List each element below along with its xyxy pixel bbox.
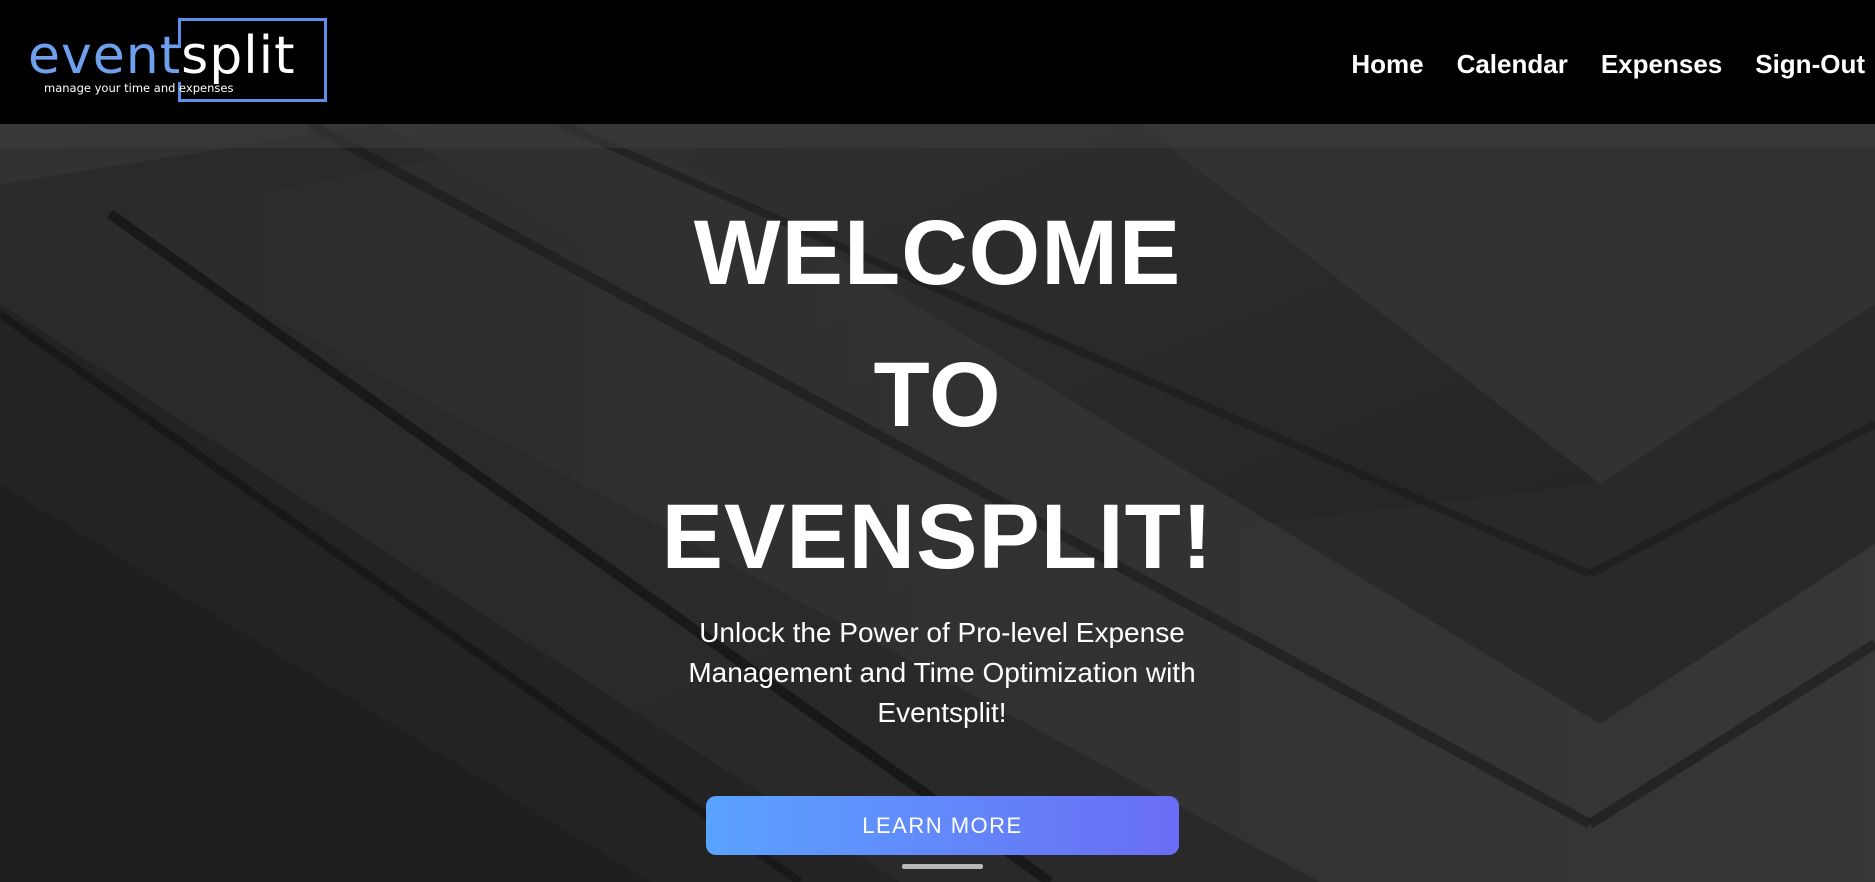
- main-nav: Home Calendar Expenses Sign-Out: [1351, 47, 1865, 81]
- eventsplit-logo[interactable]: eventsplit manage your time and expenses: [28, 18, 338, 108]
- hero-subtitle: Unlock the Power of Pro-level Expense Ma…: [688, 617, 1196, 728]
- logo-wordmark: eventsplit: [28, 26, 296, 86]
- headline-line-1: WELCOME: [693, 202, 1182, 304]
- nav-calendar[interactable]: Calendar: [1457, 47, 1568, 81]
- logo-tagline: manage your time and expenses: [44, 81, 234, 95]
- hero-top-strip: [0, 124, 1875, 148]
- logo-word-event: event: [28, 26, 182, 86]
- scroll-indicator[interactable]: [902, 864, 983, 869]
- headline-line-3: EVENSPLIT!: [661, 486, 1214, 588]
- site-header: eventsplit manage your time and expenses…: [0, 0, 1875, 124]
- headline-line-2: TO: [873, 344, 1002, 446]
- nav-expenses[interactable]: Expenses: [1601, 47, 1722, 81]
- logo-word-split: split: [181, 26, 296, 86]
- hero-headline: WELCOME TO EVENSPLIT!: [0, 182, 1875, 608]
- nav-home[interactable]: Home: [1351, 47, 1423, 81]
- nav-sign-out[interactable]: Sign-Out: [1755, 47, 1865, 81]
- learn-more-button[interactable]: LEARN MORE: [706, 796, 1179, 855]
